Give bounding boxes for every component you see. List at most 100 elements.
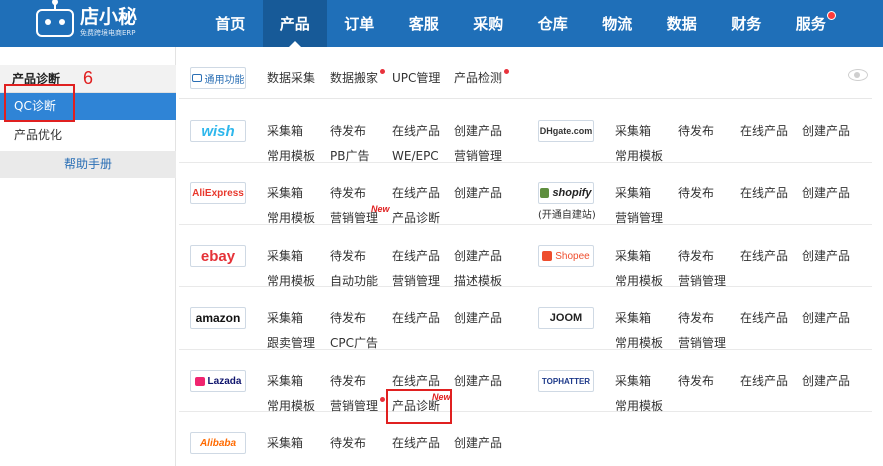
wish-online[interactable]: 在线产品 — [392, 123, 440, 139]
shopify-pending[interactable]: 待发布 — [678, 185, 714, 201]
red-dot-icon — [380, 397, 386, 402]
dhgate-templates[interactable]: 常用模板 — [615, 148, 663, 164]
nav-label: 订单 — [344, 16, 375, 33]
amazon-online[interactable]: 在线产品 — [392, 310, 440, 326]
alibaba-create[interactable]: 创建产品 — [454, 435, 502, 451]
lazada-online[interactable]: 在线产品 — [392, 373, 440, 389]
wish-templates[interactable]: 常用模板 — [267, 148, 315, 164]
shopify-marketing[interactable]: 营销管理 — [615, 210, 663, 226]
link-upc-management[interactable]: UPC管理 — [392, 70, 440, 86]
alibaba-online[interactable]: 在线产品 — [392, 435, 440, 451]
ebay-pending[interactable]: 待发布 — [330, 248, 366, 264]
badge-label: Lazada — [207, 375, 242, 387]
red-dot-icon — [504, 69, 510, 74]
link-label: 产品检测 — [454, 71, 503, 85]
nav-services[interactable]: 服务 — [779, 0, 844, 47]
ebay-automation[interactable]: 自动功能 — [330, 273, 378, 289]
joom-pending[interactable]: 待发布 — [678, 310, 714, 326]
help-manual-link[interactable]: 帮助手册 — [0, 151, 176, 178]
amazon-collect-box[interactable]: 采集箱 — [267, 310, 303, 326]
badge-label: 通用功能 — [204, 74, 245, 86]
amazon-pending[interactable]: 待发布 — [330, 310, 366, 326]
link-label: 数据搬家 — [330, 71, 379, 85]
tophatter-pending[interactable]: 待发布 — [678, 373, 714, 389]
tophatter-online[interactable]: 在线产品 — [740, 373, 788, 389]
lazada-pending[interactable]: 待发布 — [330, 373, 366, 389]
nav-logistics[interactable]: 物流 — [585, 0, 650, 47]
aliexpress-create[interactable]: 创建产品 — [454, 185, 502, 201]
aliexpress-pending[interactable]: 待发布 — [330, 185, 366, 201]
nav-label: 客服 — [408, 16, 439, 33]
shopee-create[interactable]: 创建产品 — [802, 248, 850, 264]
wish-pb-ads[interactable]: PB广告 — [330, 148, 369, 164]
wish-collect-box[interactable]: 采集箱 — [267, 123, 303, 139]
amazon-cpc-ads[interactable]: CPC广告 — [330, 335, 378, 351]
lazada-templates[interactable]: 常用模板 — [267, 398, 315, 414]
tophatter-templates[interactable]: 常用模板 — [615, 398, 663, 414]
dhgate-collect-box[interactable]: 采集箱 — [615, 123, 651, 139]
wish-pending[interactable]: 待发布 — [330, 123, 366, 139]
nav-data[interactable]: 数据 — [650, 0, 715, 47]
shopee-templates[interactable]: 常用模板 — [615, 273, 663, 289]
nav-customer-service[interactable]: 客服 — [392, 0, 457, 47]
dhgate-online[interactable]: 在线产品 — [740, 123, 788, 139]
wish-we-epc[interactable]: WE/EPC — [392, 148, 439, 164]
lazada-marketing[interactable]: 营销管理 — [330, 397, 386, 414]
nav-home[interactable]: 首页 — [198, 0, 263, 47]
nav-label: 财务 — [731, 16, 762, 33]
nav-label: 数据 — [666, 16, 697, 33]
brand-logo[interactable]: 店小秘 免费跨境电商ERP — [36, 0, 137, 40]
nav-label: 产品 — [279, 16, 310, 33]
alibaba-pending[interactable]: 待发布 — [330, 435, 366, 451]
wish-create[interactable]: 创建产品 — [454, 123, 502, 139]
joom-templates[interactable]: 常用模板 — [615, 335, 663, 351]
aliexpress-online[interactable]: 在线产品 — [392, 185, 440, 201]
shopify-online[interactable]: 在线产品 — [740, 185, 788, 201]
amazon-follow-sell[interactable]: 跟卖管理 — [267, 335, 315, 351]
nav-label: 服务 — [795, 16, 826, 33]
ebay-description-templates[interactable]: 描述模板 — [454, 273, 502, 289]
dhgate-pending[interactable]: 待发布 — [678, 123, 714, 139]
nav-purchasing[interactable]: 采购 — [456, 0, 521, 47]
lazada-collect-box[interactable]: 采集箱 — [267, 373, 303, 389]
shopify-open-site-link[interactable]: (开通自建站) — [538, 208, 596, 224]
ebay-templates[interactable]: 常用模板 — [267, 273, 315, 289]
nav-orders[interactable]: 订单 — [327, 0, 392, 47]
ebay-collect-box[interactable]: 采集箱 — [267, 248, 303, 264]
dhgate-create[interactable]: 创建产品 — [802, 123, 850, 139]
shopee-online[interactable]: 在线产品 — [740, 248, 788, 264]
main-nav: 首页 产品 订单 客服 采购 仓库 物流 数据 财务 服务 — [198, 0, 843, 47]
aliexpress-product-diagnosis[interactable]: 产品诊断 — [392, 210, 440, 226]
joom-online[interactable]: 在线产品 — [740, 310, 788, 326]
sidebar-item-product-optimization[interactable]: 产品优化 — [0, 122, 176, 149]
eye-icon[interactable] — [848, 69, 868, 81]
shopee-pending[interactable]: 待发布 — [678, 248, 714, 264]
link-data-collection[interactable]: 数据采集 — [267, 70, 315, 86]
shopee-collect-box[interactable]: 采集箱 — [615, 248, 651, 264]
joom-collect-box[interactable]: 采集箱 — [615, 310, 651, 326]
link-data-migration[interactable]: 数据搬家 — [330, 69, 386, 86]
alibaba-collect-box[interactable]: 采集箱 — [267, 435, 303, 451]
tophatter-create[interactable]: 创建产品 — [802, 373, 850, 389]
link-product-check[interactable]: 产品检测 — [454, 69, 510, 86]
shopee-marketing[interactable]: 营销管理 — [678, 273, 726, 289]
aliexpress-collect-box[interactable]: 采集箱 — [267, 185, 303, 201]
shopify-create[interactable]: 创建产品 — [802, 185, 850, 201]
tophatter-collect-box[interactable]: 采集箱 — [615, 373, 651, 389]
ebay-marketing[interactable]: 营销管理 — [392, 273, 440, 289]
shopee-bag-icon — [542, 251, 553, 261]
amazon-create[interactable]: 创建产品 — [454, 310, 502, 326]
nav-products[interactable]: 产品 — [262, 0, 327, 47]
ebay-online[interactable]: 在线产品 — [392, 248, 440, 264]
new-tag: New — [371, 204, 390, 214]
nav-finance[interactable]: 财务 — [714, 0, 779, 47]
joom-marketing[interactable]: 营销管理 — [678, 335, 726, 351]
aliexpress-templates[interactable]: 常用模板 — [267, 210, 315, 226]
nav-warehouse[interactable]: 仓库 — [521, 0, 586, 47]
wish-marketing[interactable]: 营销管理 — [454, 148, 502, 164]
general-functions-badge: 通用功能 — [190, 67, 246, 89]
shopify-collect-box[interactable]: 采集箱 — [615, 185, 651, 201]
joom-create[interactable]: 创建产品 — [802, 310, 850, 326]
lazada-create[interactable]: 创建产品 — [454, 373, 502, 389]
ebay-create[interactable]: 创建产品 — [454, 248, 502, 264]
